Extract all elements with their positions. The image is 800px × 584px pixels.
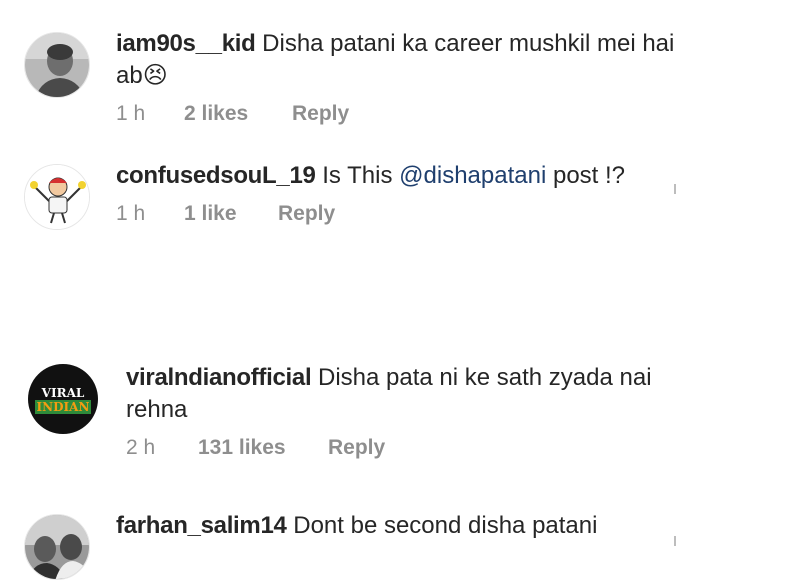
username-link[interactable]: viralndianofficial bbox=[126, 364, 312, 391]
scroll-indicator bbox=[674, 184, 676, 194]
avatar[interactable]: VIRAL INDIAN bbox=[28, 364, 98, 434]
timestamp: 1 h bbox=[116, 102, 146, 125]
comment-text: iam90s__kid Disha patani ka career mushk… bbox=[116, 28, 676, 92]
comment-body: iam90s__kid Disha patani ka career mushk… bbox=[116, 28, 676, 126]
comment-meta: 2 h 131 likes Reply bbox=[126, 436, 686, 460]
scroll-indicator bbox=[674, 536, 676, 546]
cartoon-avatar-icon bbox=[25, 165, 89, 229]
timestamp: 1 h bbox=[116, 202, 146, 225]
logo-line-1: VIRAL bbox=[41, 386, 85, 400]
avatar[interactable] bbox=[24, 514, 90, 580]
comment-text: viralndianofficial Disha pata ni ke sath… bbox=[126, 362, 686, 426]
reply-button[interactable]: Reply bbox=[292, 102, 349, 126]
persevering-face-emoji: 😣 bbox=[142, 62, 168, 89]
likes-count[interactable]: 2 likes bbox=[184, 102, 292, 126]
username-link[interactable]: farhan_salim14 bbox=[116, 512, 287, 539]
comment-body: farhan_salim14 Dont be second disha pata… bbox=[116, 510, 676, 542]
user-photo-icon bbox=[25, 33, 89, 97]
username-link[interactable]: iam90s__kid bbox=[116, 30, 256, 57]
mention-link[interactable]: @dishapatani bbox=[399, 162, 546, 189]
avatar[interactable] bbox=[24, 32, 90, 98]
comment-text: confusedsouL_19 Is This @dishapatani pos… bbox=[116, 160, 676, 192]
likes-count[interactable]: 131 likes bbox=[198, 436, 328, 460]
comment-text: farhan_salim14 Dont be second disha pata… bbox=[116, 510, 676, 542]
username-link[interactable]: confusedsouL_19 bbox=[116, 162, 316, 189]
user-photo-icon bbox=[25, 515, 89, 579]
comment-meta: 1 h 2 likes Reply bbox=[116, 102, 676, 126]
comment-body: confusedsouL_19 Is This @dishapatani pos… bbox=[116, 160, 676, 226]
logo-line-2: INDIAN bbox=[34, 400, 92, 414]
comment-body: viralndianofficial Disha pata ni ke sath… bbox=[126, 362, 686, 460]
comment-message-end: post !? bbox=[552, 162, 626, 189]
reply-button[interactable]: Reply bbox=[328, 436, 385, 460]
timestamp: 2 h bbox=[126, 436, 156, 459]
reply-button[interactable]: Reply bbox=[278, 202, 335, 226]
avatar[interactable] bbox=[24, 164, 90, 230]
comment-message: Dont be second disha patani bbox=[293, 512, 598, 539]
comment-meta: 1 h 1 like Reply bbox=[116, 202, 676, 226]
comment-message: Is This bbox=[322, 162, 393, 189]
likes-count[interactable]: 1 like bbox=[184, 202, 278, 226]
viral-indian-logo: VIRAL INDIAN bbox=[28, 386, 98, 414]
